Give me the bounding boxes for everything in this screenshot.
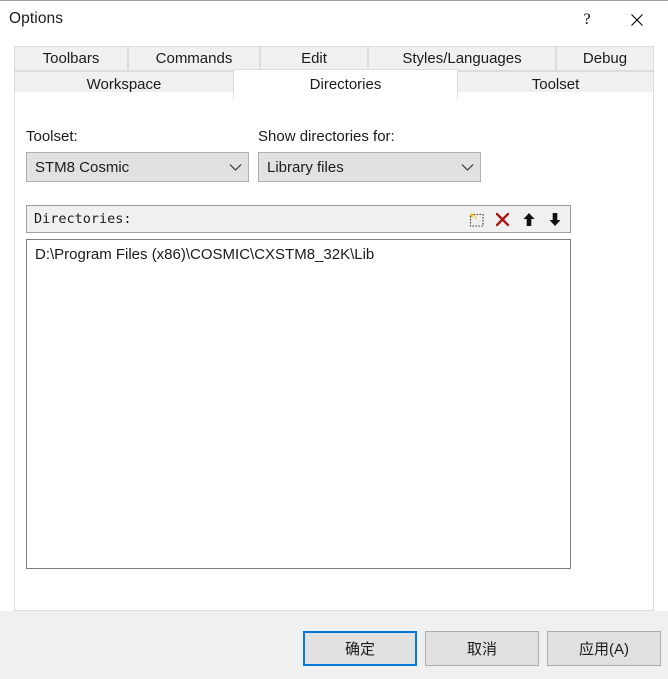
question-mark-icon: ? bbox=[583, 10, 591, 28]
toolset-label: Toolset: bbox=[26, 128, 78, 145]
window-title: Options bbox=[9, 10, 64, 27]
tab-label: Directories bbox=[309, 75, 382, 93]
tab-directories[interactable]: Directories bbox=[233, 69, 458, 99]
options-dialog: Options ? Toolbars Commands Edit Styles/… bbox=[0, 0, 668, 679]
tab-label: Toolset bbox=[531, 76, 580, 93]
directories-listbox[interactable]: D:\Program Files (x86)\COSMIC\CXSTM8_32K… bbox=[26, 239, 571, 569]
tab-debug[interactable]: Debug bbox=[556, 46, 654, 71]
help-button[interactable]: ? bbox=[564, 1, 610, 38]
new-directory-icon bbox=[468, 211, 484, 227]
toolset-combobox-value: STM8 Cosmic bbox=[35, 158, 130, 176]
chevron-down-icon bbox=[454, 163, 480, 172]
list-item[interactable]: D:\Program Files (x86)\COSMIC\CXSTM8_32K… bbox=[27, 240, 570, 263]
tab-toolbars[interactable]: Toolbars bbox=[14, 46, 128, 71]
move-down-icon bbox=[549, 212, 560, 226]
cancel-button-label: 取消 bbox=[466, 641, 497, 658]
close-button[interactable] bbox=[614, 1, 660, 38]
move-down-button[interactable] bbox=[545, 210, 564, 229]
show-directories-for-combobox[interactable]: Library files bbox=[258, 152, 481, 182]
tab-commands[interactable]: Commands bbox=[128, 46, 260, 71]
apply-button[interactable]: 应用(A) bbox=[547, 631, 661, 666]
directories-header-bar: Directories: bbox=[26, 205, 571, 233]
show-directories-for-combobox-value: Library files bbox=[267, 158, 344, 176]
ok-button[interactable]: 确定 bbox=[303, 631, 417, 666]
tab-label: Toolbars bbox=[42, 50, 100, 67]
tab-edit[interactable]: Edit bbox=[260, 46, 368, 71]
move-up-icon bbox=[523, 212, 534, 226]
dialog-footer: 确定 取消 应用(A) bbox=[0, 611, 668, 679]
apply-button-label: 应用(A) bbox=[579, 641, 629, 658]
close-icon bbox=[631, 13, 643, 26]
title-bar: Options ? bbox=[0, 1, 668, 38]
new-directory-button[interactable] bbox=[467, 210, 486, 229]
directories-tab-page: Toolset: STM8 Cosmic Show directories fo… bbox=[14, 92, 654, 611]
cancel-button[interactable]: 取消 bbox=[425, 631, 539, 666]
directories-header-label: Directories: bbox=[34, 211, 132, 227]
tab-label: Commands bbox=[155, 50, 233, 67]
show-directories-for-label: Show directories for: bbox=[258, 128, 395, 145]
tab-styles-languages[interactable]: Styles/Languages bbox=[368, 46, 556, 71]
delete-icon bbox=[495, 212, 510, 226]
directories-toolbar bbox=[467, 210, 570, 229]
tab-label: Styles/Languages bbox=[402, 50, 522, 67]
tab-label: Workspace bbox=[86, 76, 162, 93]
delete-button[interactable] bbox=[493, 210, 512, 229]
tab-label: Debug bbox=[582, 50, 628, 67]
move-up-button[interactable] bbox=[519, 210, 538, 229]
ok-button-label: 确定 bbox=[344, 641, 375, 658]
toolset-combobox[interactable]: STM8 Cosmic bbox=[26, 152, 249, 182]
chevron-down-icon bbox=[222, 163, 248, 172]
tab-strip: Toolbars Commands Edit Styles/Languages … bbox=[0, 38, 668, 99]
tab-label: Edit bbox=[301, 50, 327, 67]
